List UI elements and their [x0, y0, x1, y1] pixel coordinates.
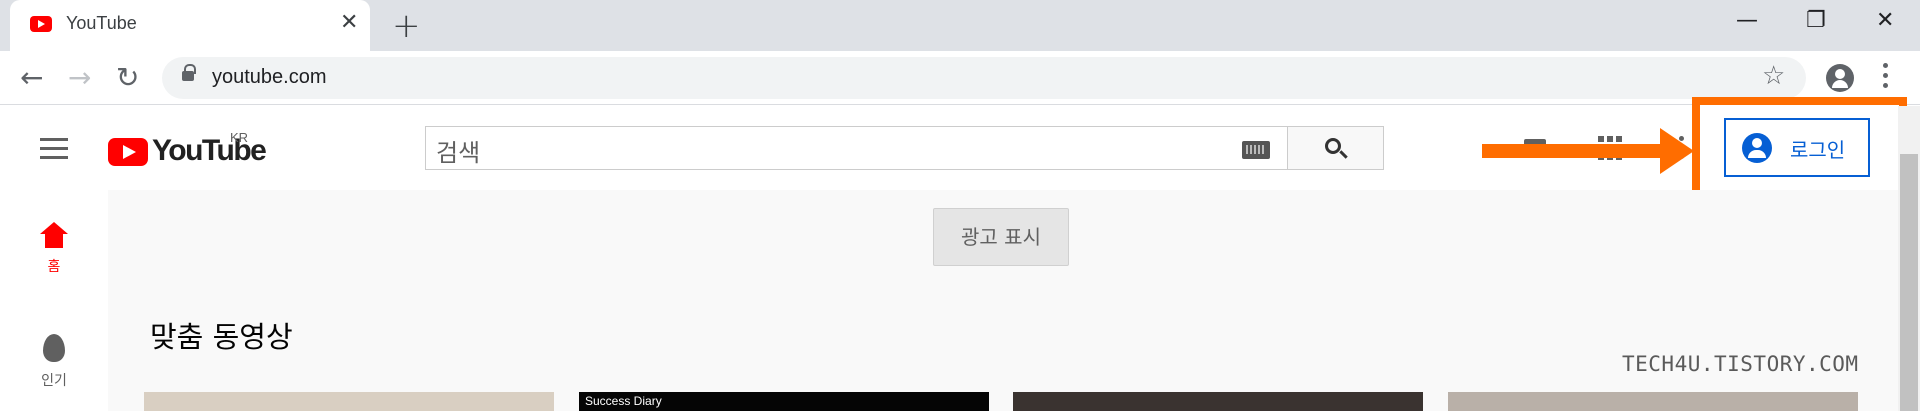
fire-icon: [43, 334, 65, 362]
sidebar-item-trending[interactable]: 인기: [14, 334, 94, 390]
guide-menu-icon[interactable]: [40, 138, 68, 165]
youtube-play-icon: [108, 138, 148, 166]
sidebar-item-home[interactable]: 홈: [14, 222, 94, 276]
lock-icon: [182, 64, 196, 81]
restore-button[interactable]: ❐: [1806, 8, 1826, 33]
search-icon: [1325, 138, 1341, 154]
scrollbar-thumb[interactable]: [1900, 154, 1918, 411]
youtube-favicon-icon: [30, 16, 52, 32]
page-scrollbar[interactable]: [1898, 106, 1920, 411]
region-code: KR: [230, 130, 249, 145]
video-thumbnail[interactable]: Success Diary: [579, 392, 989, 411]
url-text[interactable]: youtube.com: [212, 66, 327, 89]
minimize-button[interactable]: —: [1736, 8, 1758, 33]
main-content: 광고 표시 맞춤 동영상 TECH4U.TISTORY.COM Success …: [108, 190, 1920, 411]
tab-title: YouTube: [66, 13, 137, 33]
section-title: 맞춤 동영상: [150, 320, 293, 354]
youtube-page: YouTube KR 검색 로그인 홈 인기 광고 표시 맞춤 동영상 TECH…: [0, 97, 1920, 411]
annotation-arrowhead: [1660, 128, 1694, 174]
profile-icon[interactable]: [1826, 64, 1854, 92]
address-bar[interactable]: youtube.com ☆: [162, 57, 1806, 99]
video-thumbnail[interactable]: [1013, 392, 1423, 411]
annotation-arrow: [1482, 144, 1662, 158]
back-button[interactable]: ←: [20, 61, 43, 94]
search-button[interactable]: [1288, 126, 1384, 170]
keyboard-icon[interactable]: [1242, 141, 1270, 159]
video-thumbnail[interactable]: [1448, 392, 1858, 411]
account-icon: [1742, 133, 1772, 163]
watermark-text: TECH4U.TISTORY.COM: [1622, 352, 1859, 376]
forward-button[interactable]: →: [68, 61, 91, 94]
browser-toolbar: ← → ↻ youtube.com ☆: [0, 51, 1920, 105]
new-tab-button[interactable]: +: [392, 6, 421, 46]
search-input[interactable]: 검색: [425, 126, 1288, 170]
video-thumbnail[interactable]: [144, 392, 554, 411]
logo-text: YouTube: [152, 134, 267, 167]
show-ads-button[interactable]: 광고 표시: [933, 208, 1069, 266]
sidebar-item-label: 홈: [47, 259, 61, 275]
signin-button[interactable]: 로그인: [1724, 118, 1870, 177]
reload-button[interactable]: ↻: [116, 61, 139, 94]
home-icon: [40, 222, 68, 248]
search-placeholder: 검색: [436, 139, 481, 167]
browser-tab-strip: YouTube ✕ + — ❐ ✕: [0, 0, 1920, 51]
signin-label: 로그인: [1790, 138, 1846, 162]
sidebar-item-label: 인기: [41, 373, 67, 389]
bookmark-star-icon[interactable]: ☆: [1762, 61, 1785, 91]
tab-close-icon[interactable]: ✕: [340, 10, 358, 35]
browser-tab[interactable]: YouTube ✕: [10, 0, 370, 51]
window-close-button[interactable]: ✕: [1876, 8, 1894, 33]
thumbnail-label: Success Diary: [585, 394, 662, 408]
browser-menu-icon[interactable]: [1883, 63, 1889, 93]
